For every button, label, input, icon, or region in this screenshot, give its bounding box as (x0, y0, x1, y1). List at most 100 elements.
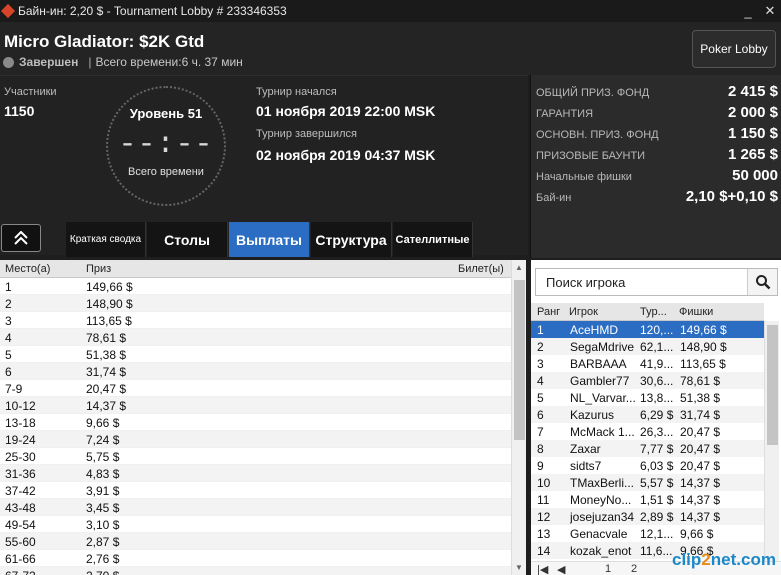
player-search[interactable]: Поиск игрока (535, 268, 778, 296)
player-chips: 149,66 $ (680, 323, 727, 337)
scroll-thumb[interactable] (767, 325, 778, 445)
player-chips: 14,37 $ (680, 476, 721, 490)
column-header-player[interactable]: Игрок (569, 306, 598, 318)
ended-value: 02 ноября 2019 04:37 MSK (256, 147, 436, 163)
payout-prize: 78,61 $ (86, 331, 127, 345)
prize-row: ПРИЗОВЫЕ БАУНТИ 1 265 $ (536, 146, 778, 163)
player-row[interactable]: 9 sidts7 6,03 $ 20,47 $ (531, 457, 764, 474)
scroll-thumb[interactable] (514, 280, 525, 440)
tab-tables[interactable]: Столы (147, 222, 228, 257)
search-input[interactable]: Поиск игрока (546, 275, 625, 290)
player-row[interactable]: 10 TMaxBerli... 5,57 $ 14,37 $ (531, 474, 764, 491)
search-button[interactable] (747, 269, 777, 295)
player-row[interactable]: 12 josejuzan34 2,89 $ 14,37 $ (531, 508, 764, 525)
poker-lobby-button[interactable]: Poker Lobby (692, 30, 776, 68)
payout-place: 31-36 (5, 467, 36, 481)
payout-row: 4 78,61 $ (0, 329, 511, 346)
first-page-icon[interactable]: |◀ (537, 563, 548, 575)
payout-prize: 149,66 $ (86, 280, 133, 294)
prize-summary-panel: ОБЩИЙ ПРИЗ. ФОНД 2 415 $ ГАРАНТИЯ 2 000 … (530, 75, 781, 258)
double-chevron-up-icon (14, 231, 28, 245)
scroll-up-icon[interactable]: ▲ (515, 263, 523, 272)
tab-summary[interactable]: Краткая сводка (66, 222, 146, 257)
payout-row: 2 148,90 $ (0, 295, 511, 312)
player-tour: 1,51 $ (640, 493, 674, 507)
player-chips: 9,66 $ (680, 527, 714, 541)
column-header-place[interactable]: Место(а) (5, 263, 50, 275)
payout-place: 37-42 (5, 484, 36, 498)
payout-row: 43-48 3,45 $ (0, 499, 511, 516)
total-time: Всего времени:6 ч. 37 мин (95, 55, 243, 69)
prev-page-icon[interactable]: ◀ (557, 563, 565, 575)
payout-row: 7-9 20,47 $ (0, 380, 511, 397)
collapse-button[interactable] (1, 224, 41, 252)
player-chips: 31,74 $ (680, 408, 721, 422)
player-name: TMaxBerli... (570, 476, 635, 490)
prize-value: 1 150 $ (727, 125, 778, 142)
search-icon (755, 275, 770, 290)
player-row[interactable]: 13 Genacvale 12,1... 9,66 $ (531, 525, 764, 542)
status-text: Завершен (19, 55, 79, 69)
payouts-scrollbar[interactable]: ▲ ▼ (511, 260, 526, 575)
prize-row: Бай-ин 2,10 $+0,10 $ (536, 188, 778, 205)
player-tour: 12,1... (640, 527, 674, 541)
column-header-ticket[interactable]: Билет(ы) (458, 263, 504, 275)
tab-structure[interactable]: Структура (311, 222, 392, 257)
started-value: 01 ноября 2019 22:00 MSK (256, 103, 436, 119)
payout-place: 55-60 (5, 535, 36, 549)
payout-place: 25-30 (5, 450, 36, 464)
players-scrollbar[interactable] (764, 321, 779, 565)
prize-row: Начальные фишки 50 000 (536, 167, 778, 184)
payout-place: 4 (5, 331, 12, 345)
player-row[interactable]: 6 Kazurus 6,29 $ 31,74 $ (531, 406, 764, 423)
player-chips: 14,37 $ (680, 493, 721, 507)
participants-value: 1150 (4, 103, 35, 119)
player-row[interactable]: 7 McMack 1... 26,3... 20,47 $ (531, 423, 764, 440)
payout-row: 13-18 9,66 $ (0, 414, 511, 431)
column-header-prize[interactable]: Приз (86, 263, 111, 275)
payout-prize: 3,45 $ (86, 501, 120, 515)
player-row[interactable]: 4 Gambler77 30,6... 78,61 $ (531, 372, 764, 389)
column-header-rank[interactable]: Ранг (537, 306, 560, 318)
prize-row: ОСНОВН. ПРИЗ. ФОНД 1 150 $ (536, 125, 778, 142)
player-row[interactable]: 2 SegaMdrive 62,1... 148,90 $ (531, 338, 764, 355)
player-row[interactable]: 8 Zaxar 7,77 $ 20,47 $ (531, 440, 764, 457)
payout-row: 49-54 3,10 $ (0, 516, 511, 533)
payout-prize: 4,83 $ (86, 467, 120, 481)
player-row[interactable]: 3 BARBAAA 41,9... 113,65 $ (531, 355, 764, 372)
payout-prize: 7,24 $ (86, 433, 120, 447)
prize-label: Бай-ин (536, 192, 572, 204)
column-header-tour[interactable]: Тур... (640, 306, 667, 318)
payout-prize: 2,87 $ (86, 535, 120, 549)
status-line: Завершен | Всего времени:6 ч. 37 мин (3, 55, 243, 69)
payout-prize: 3,10 $ (86, 518, 120, 532)
scroll-down-icon[interactable]: ▼ (515, 563, 523, 572)
minimize-icon[interactable]: _ (737, 4, 759, 19)
page-1[interactable]: 1 (605, 563, 611, 575)
player-rank: 5 (537, 391, 544, 405)
tab-payouts[interactable]: Выплаты (229, 222, 310, 257)
tournament-lobby-window: Байн-ин: 2,20 $ - Tournament Lobby # 233… (0, 0, 781, 575)
player-chips: 78,61 $ (680, 374, 721, 388)
payout-row: 5 51,38 $ (0, 346, 511, 363)
payout-prize: 51,38 $ (86, 348, 127, 362)
player-name: Zaxar (570, 442, 601, 456)
payout-row: 10-12 14,37 $ (0, 397, 511, 414)
player-name: josejuzan34 (570, 510, 635, 524)
payout-prize: 14,37 $ (86, 399, 127, 413)
prize-label: ПРИЗОВЫЕ БАУНТИ (536, 150, 646, 162)
payout-row: 61-66 2,76 $ (0, 550, 511, 567)
player-row[interactable]: 5 NL_Varvar... 13,8... 51,38 $ (531, 389, 764, 406)
prize-value: 2 000 $ (727, 104, 778, 121)
player-row[interactable]: 11 MoneyNo... 1,51 $ 14,37 $ (531, 491, 764, 508)
column-header-chips[interactable]: Фишки (679, 306, 713, 318)
started-label: Турнир начался (256, 86, 337, 98)
tab-satellites[interactable]: Сателлитные (393, 222, 473, 257)
page-2[interactable]: 2 (631, 563, 637, 575)
payout-prize: 9,66 $ (86, 416, 120, 430)
close-icon[interactable]: ✕ (759, 3, 781, 19)
watermark-part: 2 (701, 550, 711, 569)
player-row[interactable]: 1 AceHMD 120,... 149,66 $ (531, 321, 764, 338)
prize-label: ОСНОВН. ПРИЗ. ФОНД (536, 129, 659, 141)
player-tour: 120,... (640, 323, 674, 337)
